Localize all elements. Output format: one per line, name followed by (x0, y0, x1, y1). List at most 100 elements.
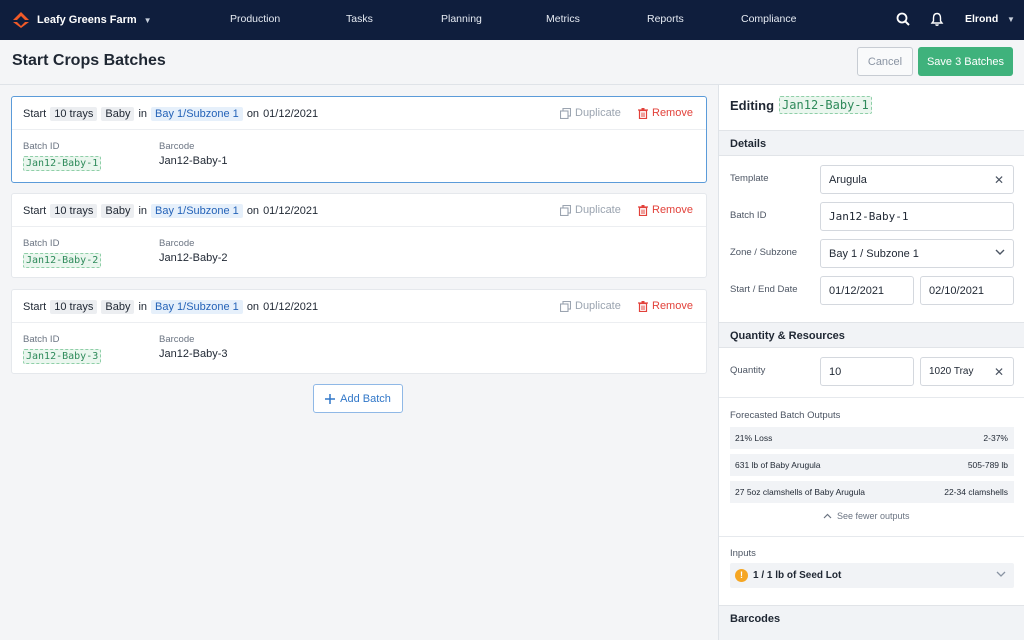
batch-card[interactable]: Start 10 trays Baby in Bay 1/Subzone 1 o… (11, 289, 707, 374)
editing-label: Editing (730, 97, 775, 113)
batch-id-tag: Jan12-Baby-2 (23, 253, 102, 268)
batch-card-header: Start 10 trays Baby in Bay 1/Subzone 1 o… (12, 290, 706, 323)
forecast-range: 2-37% (983, 433, 1008, 443)
in-word: in (138, 108, 148, 120)
location-chip[interactable]: Bay 1/Subzone 1 (151, 204, 243, 218)
duplicate-button[interactable]: Duplicate (560, 204, 621, 216)
batch-card-header: Start 10 trays Baby in Bay 1/Subzone 1 o… (12, 97, 706, 130)
see-fewer-link[interactable]: See fewer outputs (823, 511, 910, 521)
divider (719, 536, 1024, 537)
plus-icon (325, 393, 336, 404)
clear-icon[interactable]: ✕ (994, 365, 1004, 379)
quantity-input[interactable]: 10 (820, 357, 914, 386)
remove-button[interactable]: Remove (638, 204, 693, 216)
forecast-label: 631 lb of Baby Arugula (735, 460, 821, 470)
quantity-title: Quantity & Resources (730, 330, 845, 342)
batch-summary: Start 10 trays Baby in Bay 1/Subzone 1 o… (23, 204, 322, 218)
batch-card[interactable]: Start 10 trays Baby in Bay 1/Subzone 1 o… (11, 193, 707, 278)
quantity-chip[interactable]: 10 trays (50, 107, 98, 121)
location-chip[interactable]: Bay 1/Subzone 1 (151, 107, 243, 121)
farm-name: Leafy Greens Farm (37, 14, 137, 26)
details-title: Details (730, 138, 767, 150)
forecast-label: 27 5oz clamshells of Baby Arugula (735, 487, 865, 497)
on-word: on (246, 301, 260, 313)
nav-item-reports[interactable]: Reports (647, 13, 684, 25)
nav-item-production[interactable]: Production (230, 13, 280, 25)
bell-icon[interactable] (930, 12, 944, 27)
batch-id-label: Batch ID (730, 210, 767, 221)
nav-item-metrics[interactable]: Metrics (546, 13, 580, 25)
start-date[interactable]: 01/12/2021 (263, 108, 318, 120)
trash-icon (638, 300, 648, 312)
farm-switcher[interactable]: Leafy Greens Farm ▼ (0, 11, 210, 29)
batch-id-input[interactable]: Jan12-Baby-1 (820, 202, 1014, 231)
top-nav-bar: Leafy Greens Farm ▼ Production Tasks Pla… (0, 0, 1024, 40)
clear-icon[interactable]: ✕ (994, 173, 1004, 187)
quantity-chip[interactable]: 10 trays (50, 300, 98, 314)
forecast-title: Forecasted Batch Outputs (730, 410, 841, 421)
editing-heading: Editing Jan12-Baby-1 (730, 96, 872, 114)
barcodes-section-header: Barcodes (719, 605, 1024, 640)
save-batches-button[interactable]: Save 3 Batches (918, 47, 1013, 76)
search-icon[interactable] (896, 12, 910, 26)
nav-item-planning[interactable]: Planning (441, 13, 482, 25)
remove-button[interactable]: Remove (638, 107, 693, 119)
batch-summary: Start 10 trays Baby in Bay 1/Subzone 1 o… (23, 107, 322, 121)
start-word: Start (23, 205, 47, 217)
input-item-row[interactable]: ! 1 / 1 lb of Seed Lot (730, 563, 1014, 588)
duplicate-label: Duplicate (575, 204, 621, 216)
start-date[interactable]: 01/12/2021 (263, 205, 318, 217)
trash-icon (638, 107, 648, 119)
batch-id-label: Batch ID (23, 334, 60, 345)
on-word: on (246, 108, 260, 120)
duplicate-icon (560, 204, 571, 216)
template-value: Arugula (829, 173, 867, 186)
duplicate-icon (560, 300, 571, 312)
forecast-row: 631 lb of Baby Arugula 505-789 lb (730, 454, 1014, 476)
batch-card-header: Start 10 trays Baby in Bay 1/Subzone 1 o… (12, 194, 706, 227)
crop-chip[interactable]: Baby (101, 204, 135, 218)
crop-chip[interactable]: Baby (101, 107, 135, 121)
barcode-label: Barcode (159, 334, 195, 345)
batch-id-value: Jan12-Baby-1 (829, 210, 909, 223)
page-title: Start Crops Batches (12, 52, 166, 69)
in-word: in (138, 205, 148, 217)
start-date[interactable]: 01/12/2021 (263, 301, 318, 313)
duplicate-button[interactable]: Duplicate (560, 107, 621, 119)
divider (719, 397, 1024, 398)
inputs-title: Inputs (730, 548, 756, 559)
nav-item-tasks[interactable]: Tasks (346, 13, 373, 25)
nav-item-compliance[interactable]: Compliance (741, 13, 796, 25)
cancel-button[interactable]: Cancel (857, 47, 913, 76)
warning-icon: ! (735, 569, 748, 582)
end-date-value: 02/10/2021 (929, 284, 985, 297)
logo-icon (13, 12, 29, 28)
user-menu[interactable]: Elrond (965, 13, 998, 25)
editing-batch-tag: Jan12-Baby-1 (779, 96, 872, 114)
forecast-range: 505-789 lb (967, 460, 1008, 470)
quantity-value: 10 (829, 365, 842, 378)
page-header: Start Crops Batches Cancel Save 3 Batche… (0, 40, 1024, 85)
input-item-label: 1 / 1 lb of Seed Lot (753, 570, 842, 581)
quantity-chip[interactable]: 10 trays (50, 204, 98, 218)
barcode-label: Barcode (159, 141, 195, 152)
location-chip[interactable]: Bay 1/Subzone 1 (151, 300, 243, 314)
crop-chip[interactable]: Baby (101, 300, 135, 314)
remove-button[interactable]: Remove (638, 300, 693, 312)
chevron-down-icon[interactable]: ▼ (1007, 15, 1015, 24)
chevron-up-icon (823, 513, 832, 519)
forecast-row: 27 5oz clamshells of Baby Arugula 22-34 … (730, 481, 1014, 503)
start-date-input[interactable]: 01/12/2021 (820, 276, 914, 305)
forecast-row: 21% Loss 2-37% (730, 427, 1014, 449)
zone-value: Bay 1 / Subzone 1 (829, 247, 919, 260)
zone-select[interactable]: Bay 1 / Subzone 1 (820, 239, 1014, 268)
duplicate-button[interactable]: Duplicate (560, 300, 621, 312)
batch-id-tag: Jan12-Baby-3 (23, 349, 102, 364)
end-date-input[interactable]: 02/10/2021 (920, 276, 1014, 305)
batch-card[interactable]: Start 10 trays Baby in Bay 1/Subzone 1 o… (11, 96, 707, 183)
quantity-label: Quantity (730, 365, 766, 376)
unit-select[interactable]: 1020 Tray ✕ (920, 357, 1014, 386)
dates-label: Start / End Date (730, 284, 798, 295)
add-batch-button[interactable]: Add Batch (313, 384, 403, 413)
template-select[interactable]: Arugula ✕ (820, 165, 1014, 194)
